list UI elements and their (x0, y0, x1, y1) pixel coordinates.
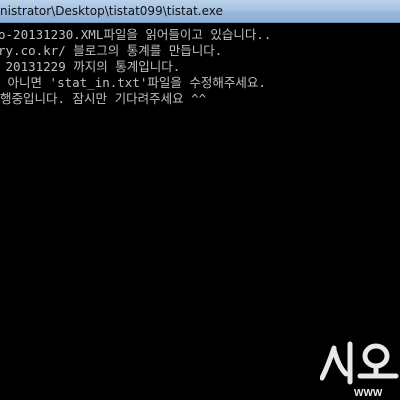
console-line: 아니면 'stat_in.txt'파일을 수정해주세요. (0, 75, 266, 90)
console-line: 행중입니다. 잠시만 기다려주세요 ^^ (0, 91, 207, 106)
console-line: ry.co.kr/ 블로그의 통계를 만듭니다. (0, 43, 223, 58)
console-window: nistrator\Desktop\tistat099\tistat.exe o… (0, 0, 400, 400)
watermark-url: WWW (354, 388, 383, 399)
console-line: o-20131230.XML파일을 읽어들이고 있습니다.. (0, 27, 272, 42)
console-line: 20131229 까지의 통계입니다. (0, 59, 181, 74)
window-title: nistrator\Desktop\tistat099\tistat.exe (0, 4, 223, 18)
sio-logo-icon: WWW (320, 338, 400, 400)
title-bar[interactable]: nistrator\Desktop\tistat099\tistat.exe (0, 0, 400, 23)
